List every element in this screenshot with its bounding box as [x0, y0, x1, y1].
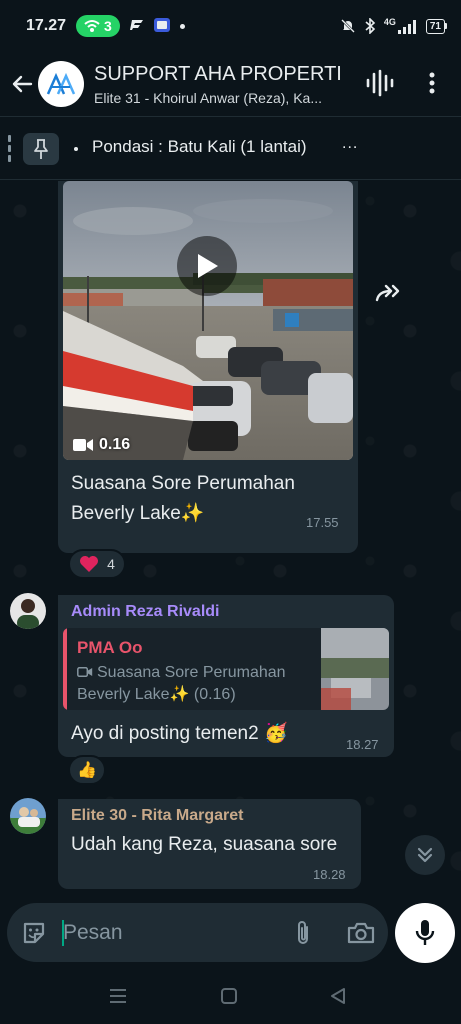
- sender-name[interactable]: Elite 30 - Rita Margaret: [71, 807, 244, 825]
- message-composer: [7, 903, 388, 962]
- reaction-count: 4: [107, 556, 115, 572]
- quoted-author: PMA Oo: [77, 638, 143, 657]
- call-signal-icon: [84, 20, 100, 32]
- mute-icon: [340, 19, 355, 33]
- chat-title: SUPPORT AHA PROPERTI: [94, 62, 342, 85]
- sticker-icon: [23, 922, 45, 944]
- avatar-admin-reza[interactable]: [10, 593, 46, 629]
- message-time: 18.27: [346, 737, 379, 752]
- notification-dot-icon: [179, 23, 185, 29]
- camera-button[interactable]: [345, 918, 377, 948]
- pinned-indicator: [8, 135, 11, 163]
- message-input[interactable]: [63, 917, 283, 949]
- home-button[interactable]: [217, 984, 241, 1008]
- message-admin-reza[interactable]: Admin Reza Rivaldi PMA Oo Suasana Sore P…: [58, 595, 394, 757]
- group-avatar[interactable]: [38, 61, 84, 107]
- recents-button[interactable]: [106, 984, 130, 1008]
- app-notification-icon: [129, 19, 144, 34]
- bluetooth-icon: [365, 18, 376, 34]
- message-time: 17.55: [306, 515, 339, 530]
- back-nav-button[interactable]: [326, 984, 350, 1008]
- status-time: 17.27: [26, 17, 67, 34]
- forward-button[interactable]: [370, 275, 406, 311]
- reaction-thumbs-up[interactable]: 👍: [68, 755, 106, 785]
- microphone-icon: [415, 920, 435, 945]
- app-badge-icon: [153, 17, 170, 35]
- video-message[interactable]: 0.16 Suasana Sore Perumahan Beverly Lake…: [58, 181, 358, 553]
- pinned-text: Pondasi : Batu Kali (1 lantai): [92, 137, 307, 156]
- message-text: Ayo di posting temen2 🥳: [71, 723, 288, 744]
- chat-header: SUPPORT AHA PROPERTI Elite 31 - Khoirul …: [0, 52, 461, 116]
- pinned-bullet: [74, 147, 78, 151]
- signal-icon: [397, 20, 416, 34]
- triangle-back-icon: [331, 988, 345, 1004]
- video-duration: 0.16: [73, 436, 130, 454]
- quoted-text: Suasana Sore Perumahan Beverly Lake✨ (0.…: [77, 664, 286, 703]
- more-options-button[interactable]: [420, 68, 444, 98]
- audio-wave-icon: [366, 69, 394, 97]
- back-button[interactable]: [2, 64, 42, 104]
- call-count: 3: [104, 18, 112, 34]
- reaction-heart[interactable]: 4: [68, 549, 126, 579]
- menu-lines-icon: [110, 989, 126, 1003]
- video-thumbnail[interactable]: 0.16: [63, 181, 353, 460]
- quoted-thumbnail: [321, 628, 389, 710]
- pinned-message-bar[interactable]: Pondasi : Batu Kali (1 lantai) ...: [0, 116, 461, 180]
- pin-icon: [34, 139, 48, 159]
- camera-icon: [347, 922, 375, 944]
- status-bar: 17.27 3 4G 71: [0, 0, 461, 52]
- play-icon: [198, 254, 218, 278]
- arrow-left-icon: [12, 75, 33, 93]
- chat-participants: Elite 31 - Khoirul Anwar (Reza), Ka...: [94, 89, 322, 106]
- heart-icon: [80, 556, 99, 572]
- kebab-menu-icon: [429, 72, 435, 94]
- video-caption: Suasana Sore Perumahan Beverly Lake✨: [71, 473, 295, 524]
- paperclip-icon: [298, 921, 308, 944]
- sticker-button[interactable]: [19, 918, 49, 948]
- quoted-message[interactable]: PMA Oo Suasana Sore Perumahan Beverly La…: [63, 628, 389, 710]
- thumbs-up-icon: 👍: [77, 762, 97, 779]
- message-rita-margaret[interactable]: Elite 30 - Rita Margaret Udah kang Reza,…: [58, 799, 361, 889]
- message-text: Udah kang Reza, suasana sore: [71, 834, 338, 855]
- message-time: 18.28: [313, 867, 346, 882]
- home-square-icon: [221, 988, 237, 1004]
- sender-name[interactable]: Admin Reza Rivaldi: [71, 603, 219, 621]
- double-chevron-down-icon: [417, 847, 433, 863]
- play-button[interactable]: [177, 236, 237, 296]
- pinned-ellipsis: ...: [342, 135, 359, 152]
- attach-button[interactable]: [288, 918, 318, 948]
- scroll-to-bottom-button[interactable]: [405, 835, 445, 875]
- video-camera-icon: [77, 667, 93, 678]
- chat-area[interactable]: 0.16 Suasana Sore Perumahan Beverly Lake…: [0, 181, 461, 901]
- voice-record-button[interactable]: [395, 903, 455, 963]
- avatar-rita-margaret[interactable]: [10, 798, 46, 834]
- network-type: 4G: [384, 18, 418, 34]
- ongoing-call-chip[interactable]: 3: [76, 15, 120, 37]
- system-navigation-bar: [0, 968, 461, 1024]
- pin-button[interactable]: [23, 133, 59, 165]
- chat-info[interactable]: SUPPORT AHA PROPERTI Elite 31 - Khoirul …: [94, 63, 352, 106]
- battery-icon: 71: [425, 18, 447, 34]
- voice-chat-button[interactable]: [364, 68, 394, 98]
- video-camera-icon: [73, 439, 93, 451]
- double-forward-icon: [375, 284, 400, 302]
- aha-logo-icon: [46, 72, 76, 95]
